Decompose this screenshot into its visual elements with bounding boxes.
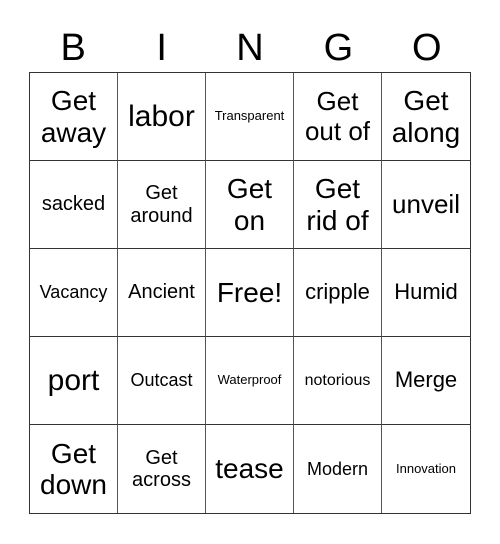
bingo-cell[interactable]: tease [206,425,294,513]
bingo-cell[interactable]: unveil [382,161,470,249]
bingo-cell[interactable]: sacked [30,161,118,249]
bingo-cell[interactable]: Vacancy [30,249,118,337]
bingo-cell[interactable]: cripple [294,249,382,337]
header-letter-b: B [60,27,86,69]
bingo-header: B I N G O [29,26,471,70]
bingo-cell[interactable]: Waterproof [206,337,294,425]
bingo-cell[interactable]: Humid [382,249,470,337]
bingo-cell[interactable]: notorious [294,337,382,425]
header-letter-g: G [323,27,354,69]
bingo-cell[interactable]: Merge [382,337,470,425]
bingo-cell[interactable]: Modern [294,425,382,513]
bingo-cell[interactable]: Get down [30,425,118,513]
bingo-cell[interactable]: Innovation [382,425,470,513]
bingo-cell[interactable]: port [30,337,118,425]
bingo-cell[interactable]: Ancient [118,249,206,337]
header-letter-o: O [412,27,442,69]
bingo-cell[interactable]: Get away [30,73,118,161]
bingo-cell[interactable]: Get out of [294,73,382,161]
free-space-cell[interactable]: Free! [206,249,294,337]
bingo-board: Get away labor Transparent Get out of Ge… [29,72,471,514]
bingo-cell[interactable]: Get rid of [294,161,382,249]
bingo-cell[interactable]: Get around [118,161,206,249]
bingo-cell[interactable]: labor [118,73,206,161]
bingo-cell[interactable]: Get across [118,425,206,513]
header-letter-n: N [236,27,264,69]
header-letter-i: I [156,27,167,69]
bingo-cell[interactable]: Get along [382,73,470,161]
bingo-cell[interactable]: Outcast [118,337,206,425]
bingo-cell[interactable]: Transparent [206,73,294,161]
bingo-cell[interactable]: Get on [206,161,294,249]
